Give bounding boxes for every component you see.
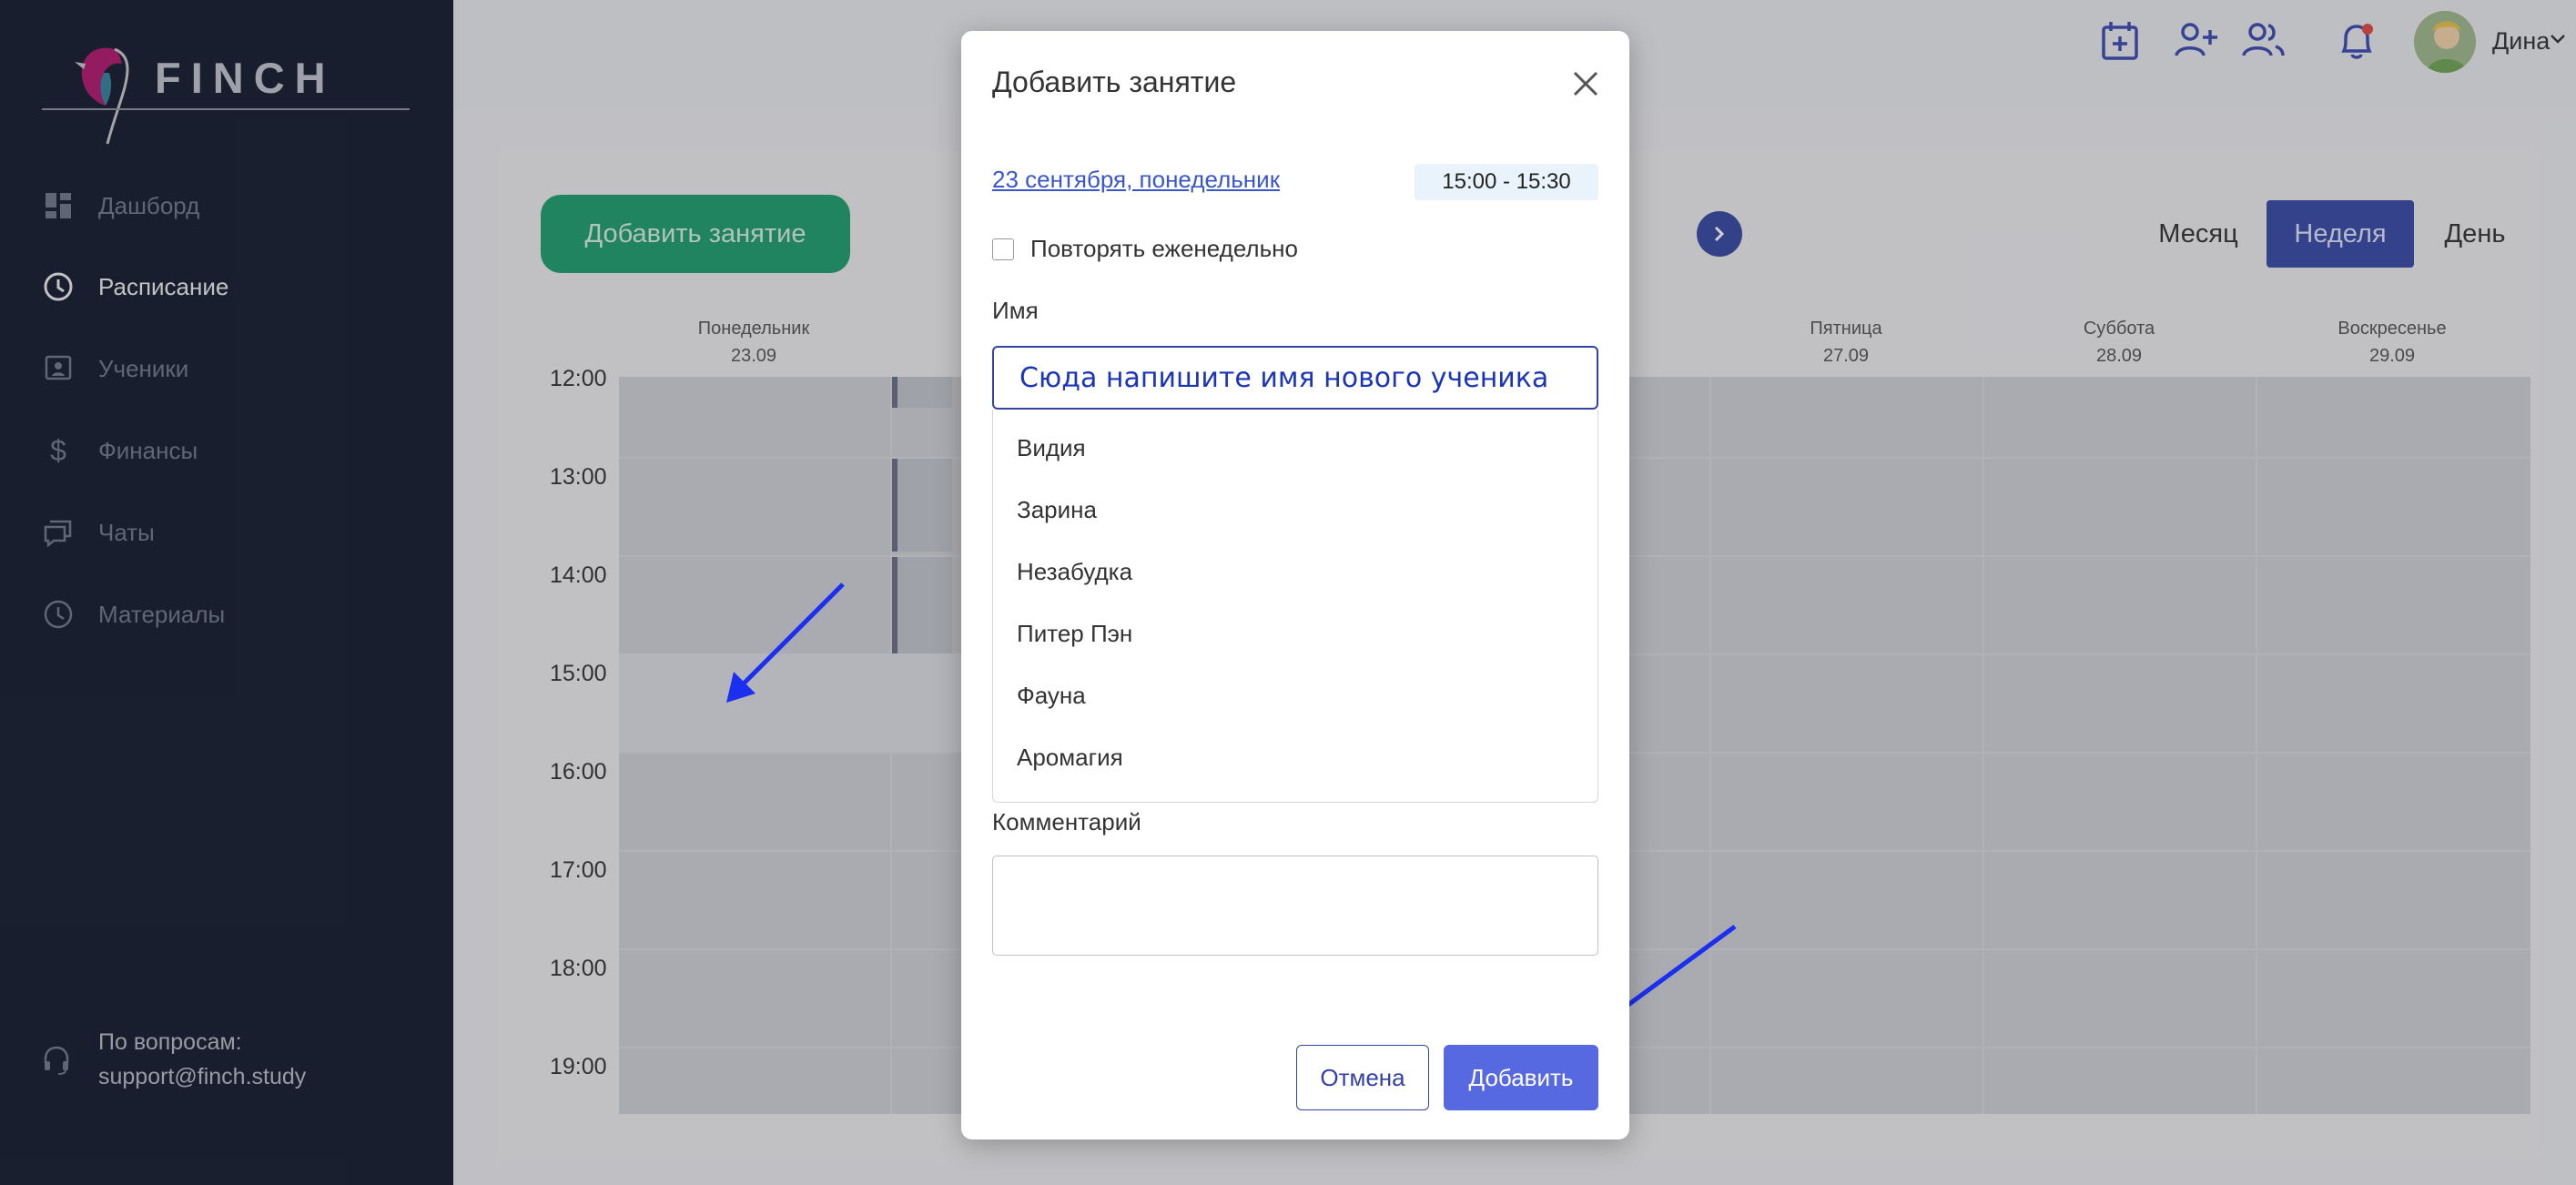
student-name-input[interactable]: Сюда напишите имя нового ученика bbox=[992, 346, 1598, 410]
dropdown-option[interactable]: Фауна bbox=[993, 664, 1597, 726]
dropdown-option[interactable]: Аромагия bbox=[993, 726, 1597, 788]
repeat-weekly-checkbox[interactable]: Повторять еженедельно bbox=[992, 235, 1298, 263]
dropdown-option[interactable]: Питер Пэн bbox=[993, 603, 1597, 664]
modal-backdrop-sidebar[interactable] bbox=[0, 0, 453, 1185]
comment-label: Комментарий bbox=[992, 808, 1141, 836]
checkbox[interactable] bbox=[992, 238, 1014, 260]
time-badge[interactable]: 15:00 - 15:30 bbox=[1415, 164, 1598, 200]
close-icon bbox=[1573, 71, 1598, 96]
close-button[interactable] bbox=[1566, 64, 1606, 104]
repeat-weekly-label: Повторять еженедельно bbox=[1030, 235, 1298, 262]
dropdown-option[interactable]: Незабудка bbox=[993, 541, 1597, 603]
dropdown-option[interactable]: Видия bbox=[993, 417, 1597, 479]
submit-button[interactable]: Добавить bbox=[1444, 1045, 1598, 1110]
cancel-button[interactable]: Отмена bbox=[1296, 1045, 1429, 1110]
comment-textarea[interactable] bbox=[992, 856, 1598, 956]
modal-title: Добавить занятие bbox=[992, 66, 1237, 98]
date-link[interactable]: 23 сентября, понедельник bbox=[992, 166, 1280, 194]
student-dropdown: Видия Зарина Незабудка Питер Пэн Фауна А… bbox=[992, 410, 1598, 803]
dropdown-option[interactable]: Зарина bbox=[993, 479, 1597, 541]
name-label: Имя bbox=[992, 297, 1039, 324]
add-lesson-modal: Добавить занятие 23 сентября, понедельни… bbox=[961, 31, 1629, 1139]
